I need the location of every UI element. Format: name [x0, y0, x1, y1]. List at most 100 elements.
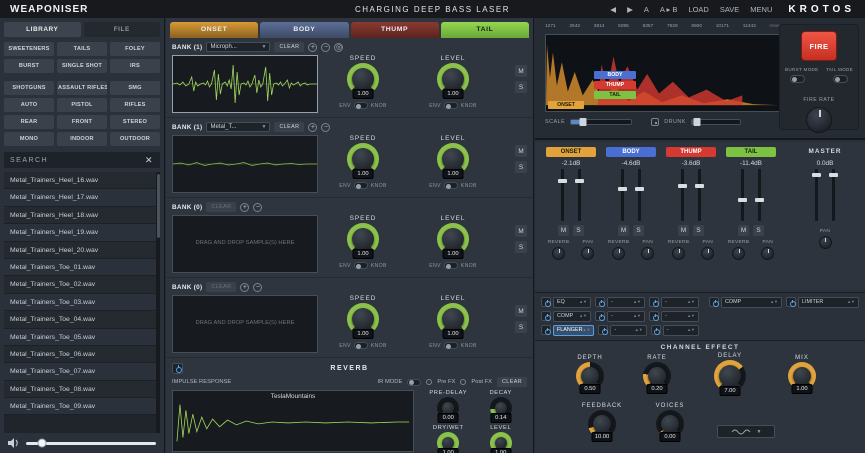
list-item[interactable]: Metal_Trainers_Heel_17.wav	[4, 189, 160, 206]
fx-power-icon[interactable]	[541, 325, 551, 335]
env-knob-toggle[interactable]	[444, 102, 458, 109]
add-sample-button[interactable]: +	[240, 203, 249, 212]
output-waveform-overview[interactable]: BODY THUMP TAIL ONSET	[545, 34, 781, 112]
list-item[interactable]: Metal_Trainers_Heel_18.wav	[4, 207, 160, 224]
fx-slot-empty[interactable]: -▲▼	[649, 310, 699, 322]
bank-drop-zone[interactable]: DRAG AND DROP SAMPLE(S) HERE	[172, 295, 318, 353]
filter-mono[interactable]: MONO	[4, 132, 54, 146]
scale-slider-thumb[interactable]	[580, 118, 587, 126]
fx-reorder-icon[interactable]: ▲▼	[635, 328, 643, 331]
master-faders[interactable]	[808, 169, 842, 221]
pan-knob[interactable]	[641, 247, 654, 260]
speed-knob[interactable]: 1.00	[347, 63, 379, 95]
filter-assault-rifles[interactable]: ASSAULT RIFLES	[57, 81, 107, 95]
fire-rate-knob[interactable]	[806, 107, 832, 133]
fx-power-icon[interactable]	[649, 311, 659, 321]
list-item[interactable]: Metal_Trainers_Heel_16.wav	[4, 172, 160, 189]
list-item[interactable]: Metal_Trainers_Toe_02.wav	[4, 276, 160, 293]
next-preset-button[interactable]: ▶	[627, 5, 633, 14]
fx-slot-eq[interactable]: EQ▲▼	[541, 296, 591, 308]
remove-sample-button[interactable]: −	[321, 43, 330, 52]
speed-knob[interactable]: 1.00	[347, 143, 379, 175]
filter-smg[interactable]: SMG	[110, 81, 160, 95]
fire-button[interactable]: FIRE	[801, 31, 837, 61]
filter-shotguns[interactable]: SHOTGUNS	[4, 81, 54, 95]
env-knob-toggle[interactable]	[444, 342, 458, 349]
level-knob[interactable]: 1.00	[437, 223, 469, 255]
reverb-send-knob[interactable]	[732, 247, 745, 260]
list-item[interactable]: Metal_Trainers_Toe_04.wav	[4, 311, 160, 328]
fx-reorder-icon[interactable]: ▲▼	[770, 300, 778, 303]
ab-copy-button[interactable]: A ▸ B	[660, 5, 678, 14]
feedback-knob[interactable]: 10.00	[588, 410, 616, 438]
lfo-shape-dropdown[interactable]: ▼	[717, 425, 775, 438]
track-label-onset[interactable]: ONSET	[548, 101, 584, 109]
env-knob-toggle[interactable]	[354, 262, 368, 269]
decay-knob[interactable]: 0.14	[490, 397, 512, 419]
track-label-body[interactable]: BODY	[594, 71, 636, 79]
remove-sample-button[interactable]: −	[253, 203, 262, 212]
tail-mode-toggle[interactable]	[833, 75, 848, 83]
filter-burst[interactable]: BURST	[4, 59, 54, 73]
channel-faders[interactable]	[674, 169, 708, 221]
dry-wet-knob[interactable]: 1.00	[437, 432, 459, 453]
pan-knob[interactable]	[761, 247, 774, 260]
bank-source-dropdown[interactable]: Metal_T... ▼	[206, 122, 270, 132]
fx-reorder-icon[interactable]: ▲▼	[579, 314, 587, 317]
level-knob[interactable]: 1.00	[437, 303, 469, 335]
mute-button[interactable]: M	[515, 305, 527, 317]
speed-knob[interactable]: 1.00	[347, 303, 379, 335]
env-knob-toggle[interactable]	[354, 102, 368, 109]
track-label-thump[interactable]: THUMP	[594, 81, 636, 89]
filter-irs[interactable]: IRS	[110, 59, 160, 73]
bank-source-dropdown[interactable]: Microph... ▼	[206, 42, 270, 52]
tab-onset[interactable]: ONSET	[170, 22, 258, 38]
solo-button[interactable]: S	[515, 321, 527, 333]
bank-waveform[interactable]	[172, 135, 318, 193]
pre-delay-knob[interactable]: 0.00	[437, 397, 459, 419]
delay-knob[interactable]: 7.00	[714, 360, 746, 392]
pan-knob[interactable]	[581, 247, 594, 260]
filter-pistol[interactable]: PISTOL	[57, 98, 107, 112]
mute-button[interactable]: M	[515, 145, 527, 157]
add-sample-button[interactable]: +	[308, 43, 317, 52]
fx-slot-limiter[interactable]: LIMITER▲▼	[786, 296, 859, 308]
bank-clear-button[interactable]: CLEAR	[206, 282, 236, 292]
fx-slot-empty[interactable]: -▲▼	[595, 310, 645, 322]
fx-power-icon[interactable]	[709, 297, 719, 307]
list-item[interactable]: Metal_Trainers_Toe_09.wav	[4, 398, 160, 415]
fx-slot-empty[interactable]: -▲▼	[651, 324, 699, 336]
drunk-slider-thumb[interactable]	[693, 118, 700, 126]
fx-slot-empty[interactable]: -▲▼	[598, 324, 646, 336]
pre-fx-radio[interactable]	[426, 379, 432, 385]
fx-power-icon[interactable]	[541, 297, 551, 307]
env-knob-toggle[interactable]	[354, 182, 368, 189]
env-knob-toggle[interactable]	[444, 262, 458, 269]
solo-button[interactable]: S	[515, 81, 527, 93]
fx-slot-master-comp[interactable]: COMP▲▼	[709, 296, 782, 308]
preview-volume-slider[interactable]	[26, 442, 156, 445]
fx-power-icon[interactable]	[651, 325, 661, 335]
channel-faders[interactable]	[614, 169, 648, 221]
rate-knob[interactable]: 0.20	[643, 362, 671, 390]
fx-reorder-icon[interactable]: ▲▼	[582, 328, 590, 331]
target-icon[interactable]: ◎	[334, 43, 343, 52]
fx-power-icon[interactable]	[598, 325, 608, 335]
channel-faders[interactable]	[734, 169, 768, 221]
solo-button[interactable]: S	[753, 225, 764, 236]
bank-clear-button[interactable]: CLEAR	[206, 202, 236, 212]
mute-button[interactable]: M	[558, 225, 569, 236]
filter-tails[interactable]: TAILS	[57, 42, 107, 56]
bank-waveform[interactable]	[172, 55, 318, 113]
prev-preset-button[interactable]: ◀	[610, 5, 616, 14]
mute-button[interactable]: M	[738, 225, 749, 236]
save-button[interactable]: SAVE	[720, 5, 739, 14]
fx-slot-empty[interactable]: -▲▼	[649, 296, 699, 308]
solo-button[interactable]: S	[515, 161, 527, 173]
fx-power-icon[interactable]	[595, 297, 605, 307]
bank-clear-button[interactable]: CLEAR	[274, 42, 304, 52]
filter-single-shot[interactable]: SINGLE SHOT	[57, 59, 107, 73]
list-item[interactable]: Metal_Trainers_Toe_01.wav	[4, 259, 160, 276]
volume-slider-thumb[interactable]	[37, 439, 46, 448]
channel-label-tail[interactable]: TAIL	[726, 147, 776, 157]
